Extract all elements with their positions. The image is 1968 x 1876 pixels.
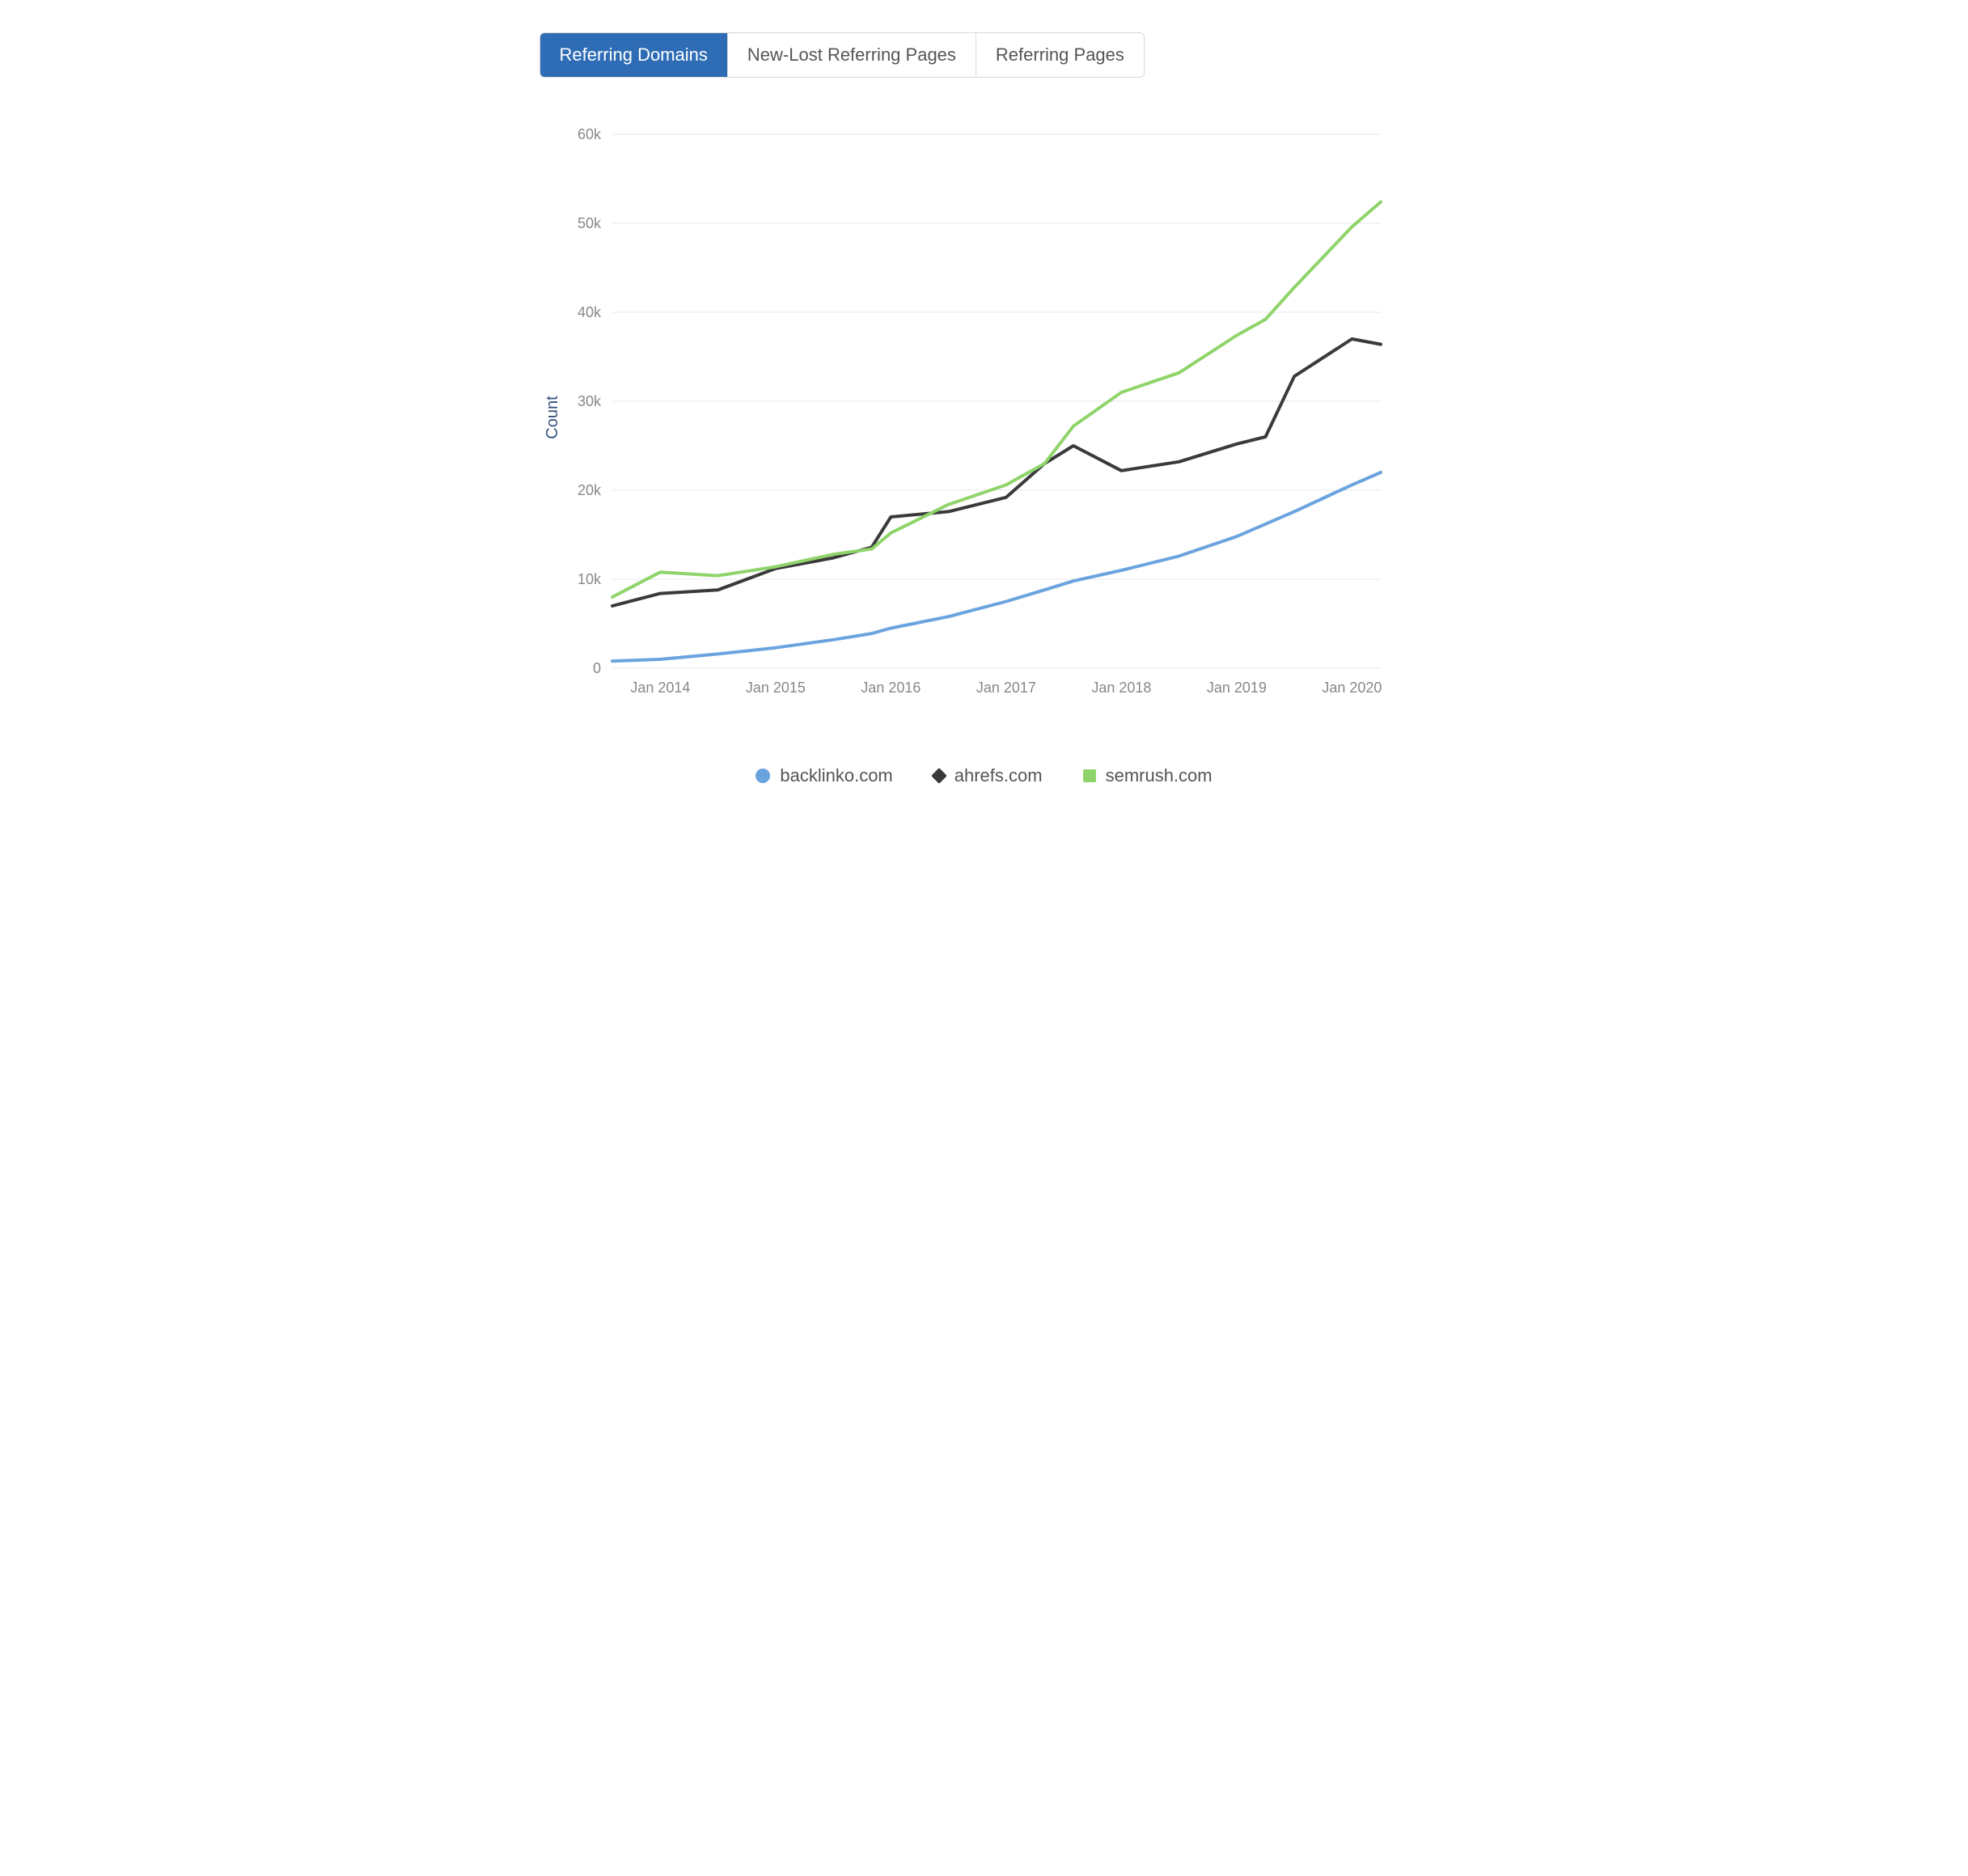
- legend-label: ahrefs.com: [954, 765, 1043, 786]
- svg-text:0: 0: [592, 660, 600, 676]
- svg-text:Jan 2018: Jan 2018: [1091, 680, 1151, 696]
- legend-label: backlinko.com: [780, 765, 892, 786]
- legend-item-semrush-com[interactable]: semrush.com: [1083, 765, 1213, 786]
- legend-label: semrush.com: [1106, 765, 1213, 786]
- svg-text:Jan 2015: Jan 2015: [745, 680, 805, 696]
- svg-text:20k: 20k: [577, 482, 601, 498]
- y-axis-label: Count: [544, 396, 562, 438]
- svg-text:Jan 2016: Jan 2016: [861, 680, 921, 696]
- svg-text:Jan 2017: Jan 2017: [976, 680, 1035, 696]
- svg-text:40k: 40k: [577, 304, 601, 320]
- legend-swatch: [755, 769, 770, 783]
- svg-text:30k: 30k: [577, 393, 601, 409]
- tab-new-lost-referring-pages[interactable]: New-Lost Referring Pages: [728, 33, 976, 77]
- chart-area: Count 0 10k 20k 30k 40k 50k 60k Jan 2014 Jan 201…: [540, 126, 1429, 709]
- legend-item-backlinko-com[interactable]: backlinko.com: [755, 765, 892, 786]
- svg-text:10k: 10k: [577, 571, 601, 587]
- legend-swatch: [1083, 769, 1096, 782]
- svg-text:Jan 2019: Jan 2019: [1206, 680, 1266, 696]
- series-semrush-com: [612, 202, 1381, 597]
- series-ahrefs-com: [612, 339, 1381, 606]
- legend-item-ahrefs-com[interactable]: ahrefs.com: [933, 765, 1043, 786]
- legend-swatch: [931, 768, 947, 784]
- tab-referring-domains[interactable]: Referring Domains: [540, 33, 728, 77]
- svg-text:Jan 2020: Jan 2020: [1322, 680, 1382, 696]
- svg-text:Jan 2014: Jan 2014: [630, 680, 690, 696]
- svg-text:60k: 60k: [577, 126, 601, 142]
- svg-text:50k: 50k: [577, 215, 601, 231]
- chart-legend: backlinko.com ahrefs.com semrush.com: [540, 765, 1429, 786]
- tab-referring-pages[interactable]: Referring Pages: [976, 33, 1144, 77]
- line-chart: 0 10k 20k 30k 40k 50k 60k Jan 2014 Jan 2015 Jan 2…: [540, 126, 1397, 709]
- chart-tabs: Referring DomainsNew-Lost Referring Page…: [540, 32, 1145, 78]
